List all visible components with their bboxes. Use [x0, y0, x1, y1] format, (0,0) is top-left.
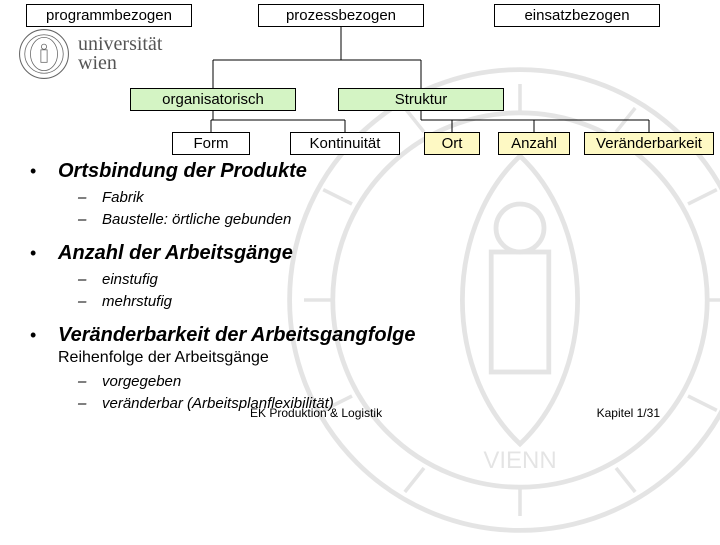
bullet-title: Ortsbindung der Produkte	[58, 160, 307, 182]
label: Form	[194, 135, 229, 152]
seal-icon	[18, 28, 70, 80]
bullet-title: Anzahl der Arbeitsgänge	[58, 242, 293, 264]
footer-left: EK Produktion & Logistik	[250, 406, 382, 420]
bullet-item: Veränderbarkeit der Arbeitsgangfolge Reih…	[30, 324, 690, 412]
sub-item: Fabrik	[78, 189, 690, 206]
label: Anzahl	[511, 135, 557, 152]
bullet-extra: Reihenfolge der Arbeitsgänge	[58, 349, 690, 367]
node-anzahl: Anzahl	[498, 132, 570, 155]
university-logo: universität wien	[18, 28, 162, 80]
label: Veränderbarkeit	[596, 135, 702, 152]
bullet-title: Veränderbarkeit der Arbeitsgangfolge	[58, 324, 416, 346]
sub-item: mehrstufig	[78, 293, 690, 310]
sub-item: vorgegeben	[78, 373, 690, 390]
node-programmbezogen: programmbezogen	[26, 4, 192, 27]
wordmark-line2: wien	[78, 54, 162, 73]
node-veraenderbarkeit: Veränderbarkeit	[584, 132, 714, 155]
sub-item: Baustelle: örtliche gebunden	[78, 211, 690, 228]
node-form: Form	[172, 132, 250, 155]
footer-right: Kapitel 1/31	[597, 406, 660, 420]
wordmark: universität wien	[78, 35, 162, 73]
bullet-item: Anzahl der Arbeitsgänge einstufig mehrstuf…	[30, 242, 690, 310]
label: einsatzbezogen	[524, 7, 629, 24]
node-ort: Ort	[424, 132, 480, 155]
label: Struktur	[395, 91, 448, 108]
node-prozessbezogen: prozessbezogen	[258, 4, 424, 27]
node-struktur: Struktur	[338, 88, 504, 111]
bullet-item: Ortsbindung der Produkte Fabrik Baustelle:…	[30, 160, 690, 228]
node-einsatzbezogen: einsatzbezogen	[494, 4, 660, 27]
node-kontinuitaet: Kontinuität	[290, 132, 400, 155]
label: programmbezogen	[46, 7, 172, 24]
node-organisatorisch: organisatorisch	[130, 88, 296, 111]
label: organisatorisch	[162, 91, 264, 108]
label: Ort	[442, 135, 463, 152]
svg-text:VIENN: VIENN	[483, 447, 556, 474]
sub-item: einstufig	[78, 271, 690, 288]
label: prozessbezogen	[286, 7, 396, 24]
label: Kontinuität	[310, 135, 381, 152]
